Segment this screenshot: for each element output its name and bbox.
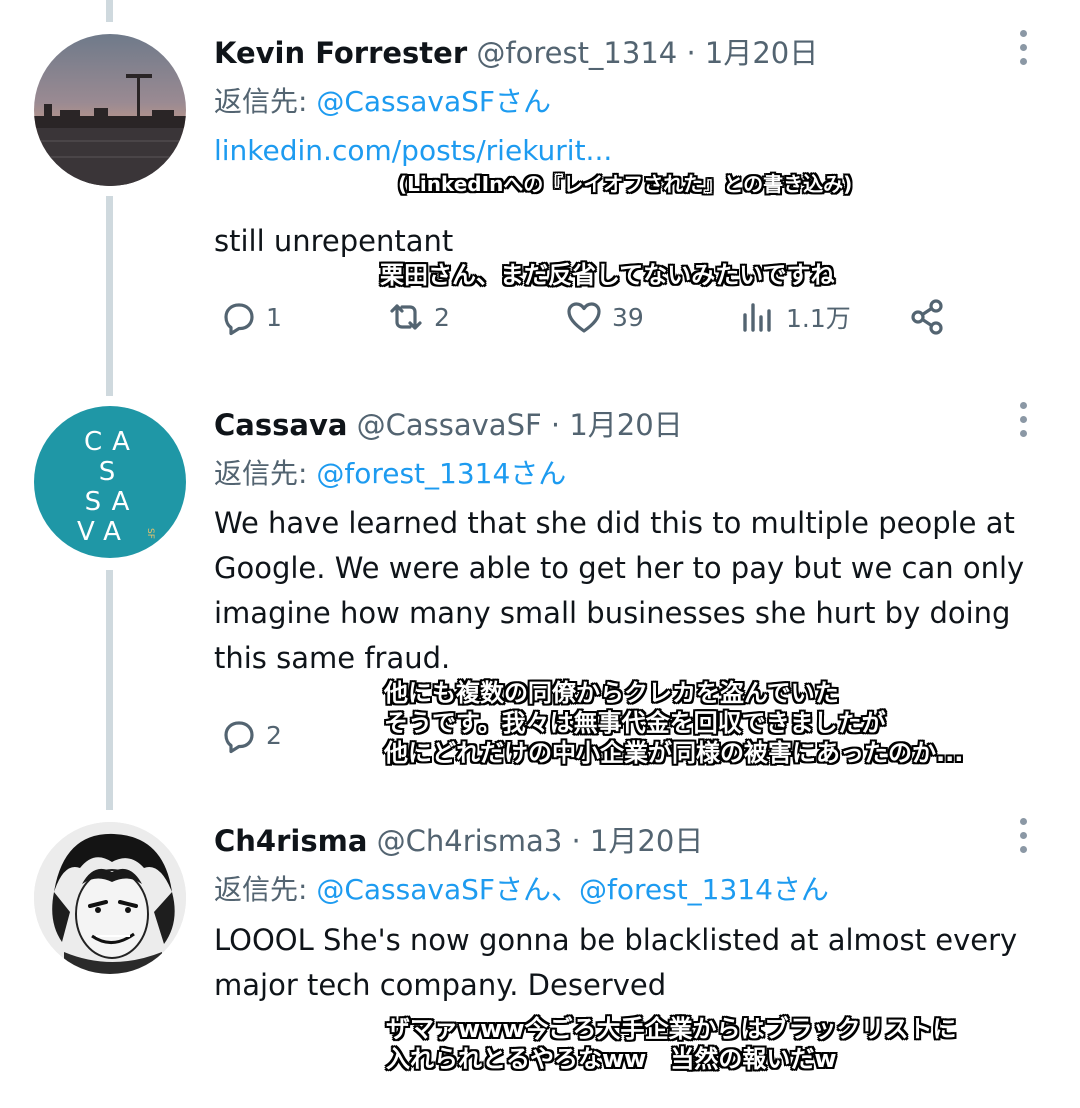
tweet-header: Ch4risma @Ch4risma3 · 1月20日 [214, 818, 703, 860]
more-icon[interactable] [1016, 402, 1030, 442]
reply-to-mention[interactable]: @forest_1314さん [316, 457, 566, 490]
reply-icon [224, 303, 254, 336]
thread-line [106, 570, 113, 810]
handle[interactable]: @forest_1314 [476, 36, 677, 70]
tweet-text-line: We have learned that she did this to mul… [214, 506, 1015, 540]
like-count: 39 [612, 302, 644, 332]
tweet-text-line: major tech company. Deserved [214, 968, 667, 1002]
like-button[interactable]: 39 [564, 292, 644, 342]
thread-line [106, 0, 113, 22]
timestamp[interactable]: · 1月20日 [571, 824, 703, 858]
avatar-sunset-photo [34, 34, 186, 186]
share-button[interactable] [908, 292, 956, 342]
logo-letters: CA [84, 427, 140, 457]
logo-letters: S [99, 457, 126, 487]
logo-letters: VA [77, 517, 131, 547]
views-icon [743, 303, 771, 332]
reply-button[interactable]: 1 [218, 292, 282, 342]
display-name[interactable]: Ch4risma [214, 824, 367, 858]
tweet-text-line: this same fraud. [214, 641, 451, 675]
reply-count: 1 [266, 302, 282, 332]
views-button[interactable]: 1.1万 [738, 292, 851, 342]
avatar-manga-character [34, 822, 186, 974]
link-annotation: (LinkedInへの『レイオフされた』との書き込み) [398, 172, 853, 196]
reply-to-mention[interactable]: @CassavaSFさん [316, 85, 551, 118]
translation-caption: ザマァwww今ごろ大手企業からはブラックリストに 入れられとるやろなww 当然の… [386, 1014, 957, 1074]
tweet-link[interactable]: linkedin.com/posts/riekurit... [214, 134, 612, 167]
avatar-cassava-logo: CA S SA VA SF [77, 427, 155, 547]
like-icon [567, 302, 601, 333]
thread-line [106, 196, 113, 396]
reply-to: 返信先: @CassavaSFさん [214, 80, 551, 120]
tweet-text: LOOOL She's now gonna be blacklisted at … [214, 918, 1044, 1008]
avatar[interactable]: CA S SA VA SF [34, 406, 186, 558]
translation-line: 入れられとるやろなww 当然の報いだw [386, 1045, 837, 1073]
more-icon[interactable] [1016, 30, 1030, 70]
tweet-text-line: Google. We were able to get her to pay b… [214, 551, 1025, 585]
share-icon [911, 299, 943, 335]
avatar[interactable] [34, 822, 186, 974]
tweet-text: still unrepentant [214, 219, 1044, 264]
handle[interactable]: @CassavaSF [357, 408, 542, 442]
tweet-actions: 1 2 39 1.1万 [214, 292, 974, 342]
timestamp[interactable]: · 1月20日 [551, 408, 683, 442]
reply-to: 返信先: @forest_1314さん [214, 452, 566, 492]
translation-line: ザマァwww今ごろ大手企業からはブラックリストに [386, 1015, 957, 1043]
tweet-header: Kevin Forrester @forest_1314 · 1月20日 [214, 30, 818, 72]
avatar[interactable] [34, 34, 186, 186]
handle[interactable]: @Ch4risma3 [377, 824, 563, 858]
reply-to-mention[interactable]: @CassavaSFさん、@forest_1314さん [316, 873, 829, 906]
logo-letters: SA [85, 487, 140, 517]
reply-to: 返信先: @CassavaSFさん、@forest_1314さん [214, 868, 829, 908]
retweet-button[interactable]: 2 [386, 292, 450, 342]
timestamp[interactable]: · 1月20日 [686, 36, 818, 70]
tweet-text-line: LOOOL She's now gonna be blacklisted at … [214, 923, 1018, 957]
more-icon[interactable] [1016, 818, 1030, 858]
reply-count: 2 [266, 720, 282, 750]
translation-line: そうです。我々は無事代金を回収できましたが [384, 709, 886, 737]
retweet-icon [390, 304, 422, 330]
translation-line: 栗田さん、まだ反省してないみたいですね [380, 261, 835, 289]
tweet-text: We have learned that she did this to mul… [214, 501, 1044, 681]
tweet-header: Cassava @CassavaSF · 1月20日 [214, 402, 683, 444]
reply-icon [224, 721, 254, 754]
logo-sub: SF [145, 528, 155, 539]
display-name[interactable]: Kevin Forrester [214, 36, 467, 70]
reply-to-label: 返信先: [214, 873, 308, 906]
display-name[interactable]: Cassava [214, 408, 347, 442]
translation-line: 他にどれだけの中小企業が同様の被害にあったのか... [384, 739, 964, 767]
tweet-text-line: still unrepentant [214, 224, 454, 258]
translation-caption: 他にも複数の同僚からクレカを盗んでいた そうです。我々は無事代金を回収できました… [384, 678, 963, 768]
reply-to-label: 返信先: [214, 85, 308, 118]
views-count: 1.1万 [786, 304, 851, 333]
retweet-count: 2 [434, 302, 450, 332]
translation-caption: 栗田さん、まだ反省してないみたいですね [380, 260, 835, 290]
translation-line: 他にも複数の同僚からクレカを盗んでいた [384, 679, 839, 707]
reply-button[interactable]: 2 [218, 710, 282, 760]
reply-to-label: 返信先: [214, 457, 308, 490]
tweet-text-line: imagine how many small businesses she hu… [214, 596, 1011, 630]
